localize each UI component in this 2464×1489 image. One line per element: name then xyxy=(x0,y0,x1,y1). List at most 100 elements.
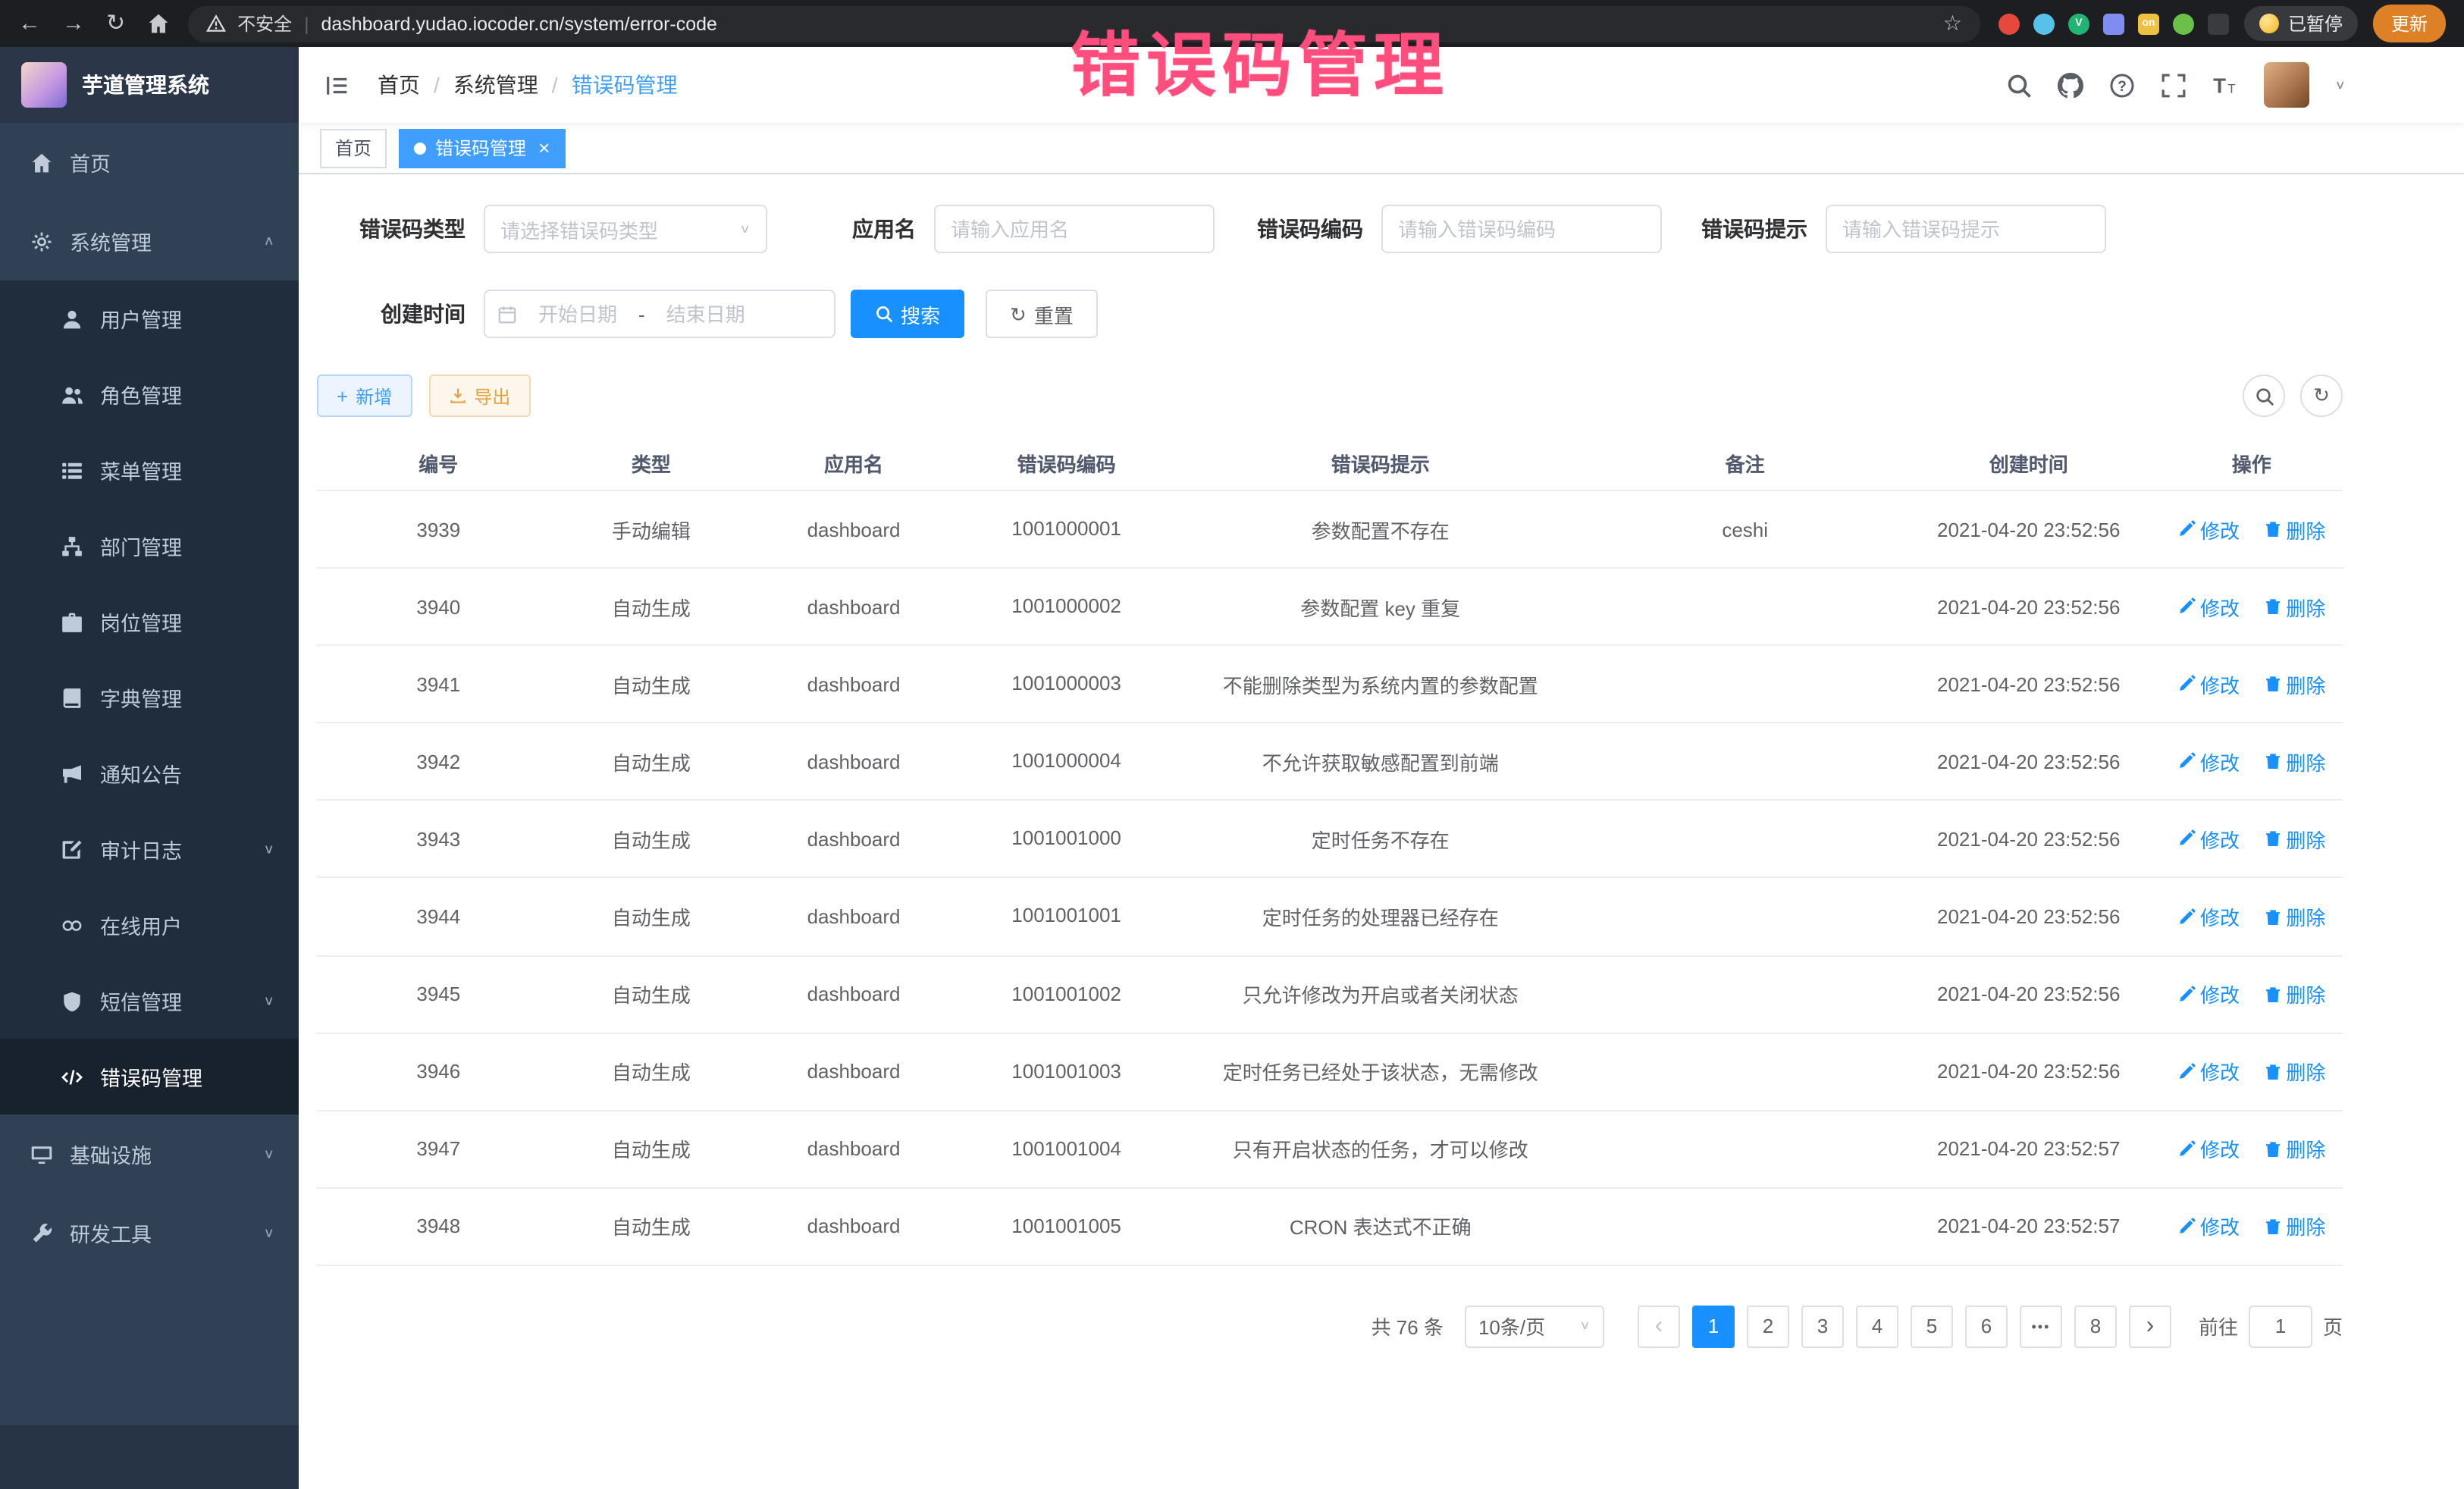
browser-forward-icon[interactable]: → xyxy=(62,12,85,35)
edit-link[interactable]: 修改 xyxy=(2177,1057,2240,1086)
delete-link[interactable]: 删除 xyxy=(2263,748,2325,776)
sidebar-item-devtools[interactable]: 研发工具 ∨ xyxy=(0,1193,299,1272)
page-button-2[interactable]: 2 xyxy=(1747,1306,1789,1348)
sidebar-toggle-button[interactable] xyxy=(299,47,375,123)
table-row[interactable]: 3943 自动生成 dashboard 1001001000 定时任务不存在 2… xyxy=(317,801,2343,878)
delete-link[interactable]: 删除 xyxy=(2263,592,2325,621)
tag-close-icon[interactable]: × xyxy=(538,138,550,158)
green-v-extension-icon[interactable]: V xyxy=(2068,13,2089,34)
refresh-table-button[interactable]: ↻ xyxy=(2300,375,2343,417)
browser-back-icon[interactable]: ← xyxy=(18,12,41,35)
goto-page-input[interactable] xyxy=(2249,1306,2312,1348)
bookmark-star-icon[interactable]: ☆ xyxy=(1943,11,1962,36)
search-button[interactable]: 搜索 xyxy=(851,290,964,338)
edit-link[interactable]: 修改 xyxy=(2177,1135,2240,1164)
sidebar-item-notice[interactable]: 通知公告 xyxy=(0,735,299,811)
export-button[interactable]: 导出 xyxy=(428,375,530,417)
breadcrumb-system[interactable]: 系统管理 xyxy=(453,70,538,100)
toggle-search-button[interactable] xyxy=(2243,375,2285,417)
table-row[interactable]: 3947 自动生成 dashboard 1001001004 只有开启状态的任务… xyxy=(317,1111,2343,1188)
table-row[interactable]: 3944 自动生成 dashboard 1001001001 定时任务的处理器已… xyxy=(317,878,2343,955)
fullscreen-icon[interactable] xyxy=(2160,72,2186,98)
blue-dot-extension-icon[interactable] xyxy=(2033,13,2055,34)
help-icon[interactable]: ? xyxy=(2108,72,2134,98)
sidebar-item-user[interactable]: 用户管理 xyxy=(0,281,299,356)
page-button-3[interactable]: 3 xyxy=(1801,1306,1844,1348)
tag-home[interactable]: 首页 xyxy=(320,128,387,168)
yellow-on-extension-icon[interactable]: on xyxy=(2138,13,2159,34)
prev-page-button[interactable]: ‹ xyxy=(1638,1306,1680,1348)
leaf-extension-icon[interactable] xyxy=(2173,13,2194,34)
delete-link[interactable]: 删除 xyxy=(2263,825,2325,854)
delete-link[interactable]: 删除 xyxy=(2263,1135,2325,1164)
page-button-4[interactable]: 4 xyxy=(1856,1306,1898,1348)
sidebar-item-post[interactable]: 岗位管理 xyxy=(0,584,299,660)
sidebar-logo-area[interactable]: 芋道管理系统 xyxy=(0,47,299,123)
people-extension-icon[interactable] xyxy=(2103,13,2124,34)
edit-link[interactable]: 修改 xyxy=(2177,980,2240,1008)
app-name-input[interactable] xyxy=(934,205,1215,253)
delete-link[interactable]: 删除 xyxy=(2263,1057,2325,1086)
sidebar-item-dept[interactable]: 部门管理 xyxy=(0,508,299,584)
browser-reload-icon[interactable]: ↻ xyxy=(106,12,125,35)
start-date-input[interactable] xyxy=(520,303,635,325)
sidebar-item-role[interactable]: 角色管理 xyxy=(0,356,299,432)
table-row[interactable]: 3948 自动生成 dashboard 1001001005 CRON 表达式不… xyxy=(317,1188,2343,1265)
edit-link[interactable]: 修改 xyxy=(2177,748,2240,776)
table-row[interactable]: 3941 自动生成 dashboard 1001000003 不能删除类型为系统… xyxy=(317,645,2343,723)
page-button-5[interactable]: 5 xyxy=(1911,1306,1953,1348)
page-button-6[interactable]: 6 xyxy=(1965,1306,2008,1348)
edit-link[interactable]: 修改 xyxy=(2177,1212,2240,1241)
red-circle-extension-icon[interactable] xyxy=(1998,13,2020,34)
reset-button[interactable]: ↻ 重置 xyxy=(986,290,1098,338)
page-button-1[interactable]: 1 xyxy=(1692,1306,1735,1348)
search-icon[interactable] xyxy=(2005,72,2031,98)
table-row[interactable]: 3945 自动生成 dashboard 1001001002 只允许修改为开启或… xyxy=(317,955,2343,1033)
create-time-range-picker[interactable]: - xyxy=(484,290,835,338)
sidebar-item-error-code[interactable]: 错误码管理 xyxy=(0,1039,299,1114)
tag-error-code[interactable]: 错误码管理 × xyxy=(399,128,565,168)
error-code-input[interactable] xyxy=(1381,205,1662,253)
edit-link[interactable]: 修改 xyxy=(2177,669,2240,698)
avatar-caret-icon[interactable]: ∨ xyxy=(2334,78,2346,92)
edit-link[interactable]: 修改 xyxy=(2177,592,2240,621)
sidebar-item-infra[interactable]: 基础设施 ∨ xyxy=(0,1114,299,1193)
error-type-select[interactable]: 请选择错误码类型 ∨ xyxy=(484,205,767,253)
sidebar-item-home[interactable]: 首页 xyxy=(0,123,299,202)
end-date-input[interactable] xyxy=(648,303,763,325)
sidebar-collapse-area[interactable] xyxy=(0,1425,299,1489)
font-size-icon[interactable]: TT xyxy=(2212,72,2237,98)
delete-link[interactable]: 删除 xyxy=(2263,980,2325,1008)
address-bar[interactable]: 不安全 | dashboard.yudao.iocoder.cn/system/… xyxy=(187,5,1980,42)
sidebar-item-menu[interactable]: 菜单管理 xyxy=(0,432,299,508)
profile-paused-badge[interactable]: 已暂停 xyxy=(2244,6,2358,41)
edit-link[interactable]: 修改 xyxy=(2177,902,2240,931)
github-icon[interactable] xyxy=(2057,72,2083,98)
table-row[interactable]: 3942 自动生成 dashboard 1001000004 不允许获取敏感配置… xyxy=(317,723,2343,801)
browser-update-button[interactable]: 更新 xyxy=(2373,5,2446,42)
edit-link[interactable]: 修改 xyxy=(2177,825,2240,854)
breadcrumb-home[interactable]: 首页 xyxy=(378,70,420,100)
delete-link[interactable]: 删除 xyxy=(2263,902,2325,931)
table-row[interactable]: 3940 自动生成 dashboard 1001000002 参数配置 key … xyxy=(317,568,2343,645)
delete-link[interactable]: 删除 xyxy=(2263,515,2325,544)
sidebar-item-audit[interactable]: 审计日志 ∨ xyxy=(0,811,299,887)
puzzle-extension-icon[interactable] xyxy=(2208,13,2229,34)
add-button[interactable]: + 新增 xyxy=(317,375,412,417)
table-row[interactable]: 3946 自动生成 dashboard 1001001003 定时任务已经处于该… xyxy=(317,1033,2343,1110)
sidebar-item-system[interactable]: 系统管理 ∧ xyxy=(0,202,299,281)
next-page-button[interactable]: › xyxy=(2129,1306,2171,1348)
page-size-select[interactable]: 10条/页 ∨ xyxy=(1465,1306,1604,1348)
table-row[interactable]: 3939 手动编辑 dashboard 1001000001 参数配置不存在 c… xyxy=(317,491,2343,568)
delete-link[interactable]: 删除 xyxy=(2263,669,2325,698)
sidebar-item-dict[interactable]: 字典管理 xyxy=(0,660,299,735)
page-button-8[interactable]: 8 xyxy=(2074,1306,2117,1348)
browser-home-icon[interactable] xyxy=(146,12,169,35)
user-avatar[interactable] xyxy=(2263,62,2309,108)
delete-link[interactable]: 删除 xyxy=(2263,1212,2325,1241)
edit-link[interactable]: 修改 xyxy=(2177,515,2240,544)
sidebar-item-online[interactable]: 在线用户 xyxy=(0,887,299,963)
sidebar-item-sms[interactable]: 短信管理 ∨ xyxy=(0,963,299,1039)
error-hint-input[interactable] xyxy=(1826,205,2106,253)
more-pages-button[interactable]: ••• xyxy=(2020,1306,2062,1348)
